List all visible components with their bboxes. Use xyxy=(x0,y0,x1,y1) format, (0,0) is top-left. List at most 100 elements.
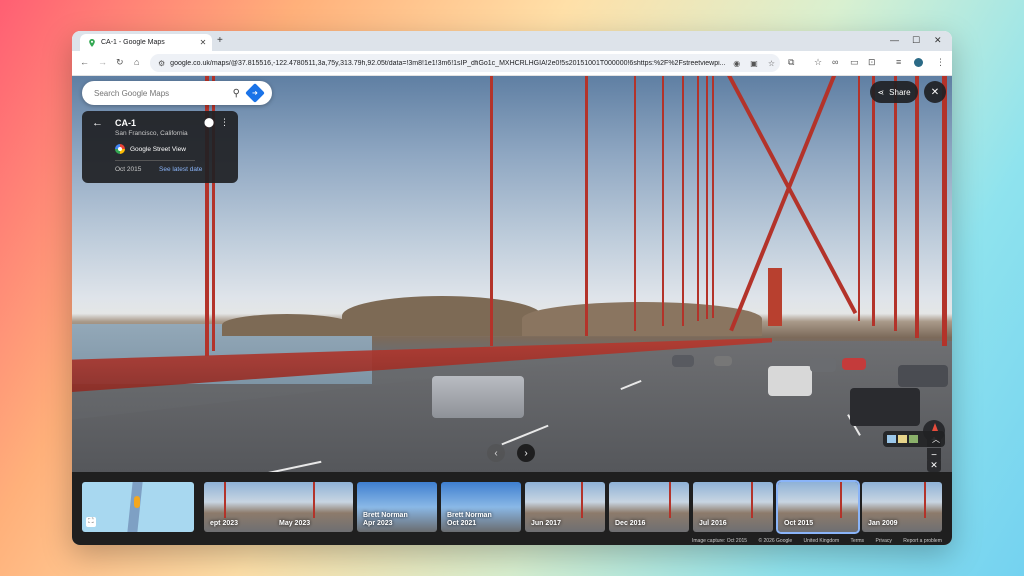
location-name: CA-1 xyxy=(115,118,137,128)
layers-control[interactable]: ︿ xyxy=(883,431,945,447)
location-icon[interactable]: ◉ xyxy=(733,59,740,68)
hills xyxy=(222,314,352,336)
thumb-date: Jun 2017 xyxy=(531,520,561,527)
home-icon[interactable]: ⌂ xyxy=(134,57,139,67)
profile-avatar[interactable] xyxy=(914,58,923,67)
share-label: Share xyxy=(889,87,911,97)
directions-icon[interactable]: ➜ xyxy=(245,83,265,103)
bridge-cable xyxy=(697,76,699,321)
forward-icon[interactable]: → xyxy=(98,57,107,67)
location-card: ← CA-1 San Francisco, California ⬤ ⋮ Goo… xyxy=(82,111,238,183)
media-icon[interactable]: ≡ xyxy=(896,57,901,67)
timeline-thumb[interactable]: ept 2023 xyxy=(204,482,284,532)
timeline-thumb[interactable]: May 2023 xyxy=(273,482,353,532)
timeline-thumb[interactable]: Jun 2017 xyxy=(525,482,605,532)
share-icon: ⋖ xyxy=(877,87,885,97)
thumb-date: Jul 2016 xyxy=(699,520,727,527)
fullscreen-icon[interactable]: ⛶ xyxy=(86,517,96,527)
sidepanel-icon[interactable]: ▭ xyxy=(850,57,859,68)
search-icon[interactable]: ⚲ xyxy=(233,88,240,99)
tab-close-icon[interactable]: ✕ xyxy=(198,38,208,47)
bridge-cable xyxy=(872,76,875,326)
main-cable xyxy=(722,76,858,315)
site-settings-icon[interactable]: ⚙ xyxy=(158,59,165,68)
back-icon[interactable]: ← xyxy=(80,57,89,67)
layer-thumb-icon xyxy=(909,435,918,443)
timeline-thumb[interactable]: Dec 2016 xyxy=(609,482,689,532)
thumb-date: ept 2023 xyxy=(210,520,239,527)
bridge-cable xyxy=(224,482,226,518)
bridge-cable xyxy=(581,482,583,518)
thumb-date: Apr 2023 xyxy=(363,520,393,527)
timeline-thumb[interactable]: Brett Norman Apr 2023 xyxy=(357,482,437,532)
see-latest-date-link[interactable]: See latest date xyxy=(159,166,202,173)
location-subtitle: San Francisco, California xyxy=(115,130,188,137)
back-arrow-icon[interactable]: ← xyxy=(92,117,103,129)
window-close-icon[interactable]: ✕ xyxy=(934,35,942,46)
menu-kebab-icon[interactable]: ⋮ xyxy=(936,57,945,68)
close-street-view-button[interactable]: ✕ xyxy=(924,81,946,103)
bridge-cable xyxy=(858,76,860,321)
search-box[interactable]: ⚲ ➜ xyxy=(82,81,272,105)
car xyxy=(672,355,694,367)
close-timeline-button[interactable]: ✕ xyxy=(927,458,941,472)
privacy-link[interactable]: Privacy xyxy=(875,538,891,544)
pegman-icon[interactable] xyxy=(134,496,140,508)
thumb-author: Brett Norman xyxy=(363,512,408,519)
region-link[interactable]: United Kingdom xyxy=(804,538,840,544)
title-bar: CA-1 - Google Maps ✕ + — ☐ ✕ xyxy=(72,31,952,51)
bridge-cable xyxy=(942,76,947,346)
more-options-icon[interactable]: ⋮ xyxy=(220,117,229,128)
previous-arrow-button[interactable]: ‹ xyxy=(487,444,505,462)
thumb-date: Oct 2015 xyxy=(784,520,814,527)
terms-link[interactable]: Terms xyxy=(850,538,864,544)
browser-tab[interactable]: CA-1 - Google Maps ✕ xyxy=(80,34,212,51)
bridge-cable xyxy=(313,482,315,518)
capture-date: Oct 2015 xyxy=(115,166,142,173)
bridge-cable xyxy=(751,482,753,518)
copyright: © 2026 Google xyxy=(758,538,793,544)
timeline-thumb[interactable]: Jul 2016 xyxy=(693,482,773,532)
bridge-cable xyxy=(585,76,588,336)
bridge-cable xyxy=(662,76,664,326)
browser-window: CA-1 - Google Maps ✕ + — ☐ ✕ ← → ↻ ⌂ ⚙ g… xyxy=(72,31,952,545)
extensions-icon[interactable]: ⧉ xyxy=(788,57,794,68)
timeline-thumb[interactable]: Brett Norman Oct 2021 xyxy=(441,482,521,532)
thumb-date: Dec 2016 xyxy=(615,520,646,527)
map-pin-icon[interactable]: ⬤ xyxy=(204,117,214,128)
bridge-cable xyxy=(924,482,926,518)
capture-info: Image capture: Oct 2015 xyxy=(692,538,748,544)
share-button[interactable]: ⋖ Share xyxy=(870,81,918,103)
layer-thumb-icon xyxy=(887,435,896,443)
link-icon[interactable]: ∞ xyxy=(832,57,838,67)
car xyxy=(898,365,948,387)
install-icon[interactable]: ▣ xyxy=(750,59,758,68)
address-bar[interactable]: ⚙ google.co.uk/maps/@37.815516,-122.4780… xyxy=(150,54,780,72)
next-arrow-button[interactable]: › xyxy=(517,444,535,462)
expand-up-icon[interactable]: ︿ xyxy=(932,434,940,445)
car xyxy=(810,358,836,372)
hills xyxy=(342,296,542,336)
thumb-date: Oct 2021 xyxy=(447,520,477,527)
google-logo-icon xyxy=(115,144,125,154)
layer-thumb-icon xyxy=(898,435,907,443)
search-input[interactable] xyxy=(92,87,233,99)
new-tab-icon[interactable]: + xyxy=(217,35,223,46)
maximize-icon[interactable]: ☐ xyxy=(912,35,920,46)
minimize-icon[interactable]: — xyxy=(890,35,899,45)
bookmark-star-icon[interactable]: ☆ xyxy=(768,59,775,68)
bridge-cable xyxy=(712,76,714,318)
screenshot-icon[interactable]: ⊡ xyxy=(868,57,876,68)
timeline-thumb[interactable]: Jan 2009 xyxy=(862,482,942,532)
reload-icon[interactable]: ↻ xyxy=(116,57,124,68)
thumb-date: Jan 2009 xyxy=(868,520,898,527)
car xyxy=(768,366,812,396)
street-view-source: Google Street View xyxy=(115,144,186,154)
car xyxy=(432,376,524,418)
thumb-date: May 2023 xyxy=(279,520,311,527)
divider xyxy=(115,160,195,161)
mini-map[interactable]: ⛶ xyxy=(82,482,194,532)
report-link[interactable]: Report a problem xyxy=(903,538,942,544)
bookmarks-icon[interactable]: ☆ xyxy=(814,57,822,68)
timeline-thumb-selected[interactable]: Oct 2015 xyxy=(776,480,860,534)
